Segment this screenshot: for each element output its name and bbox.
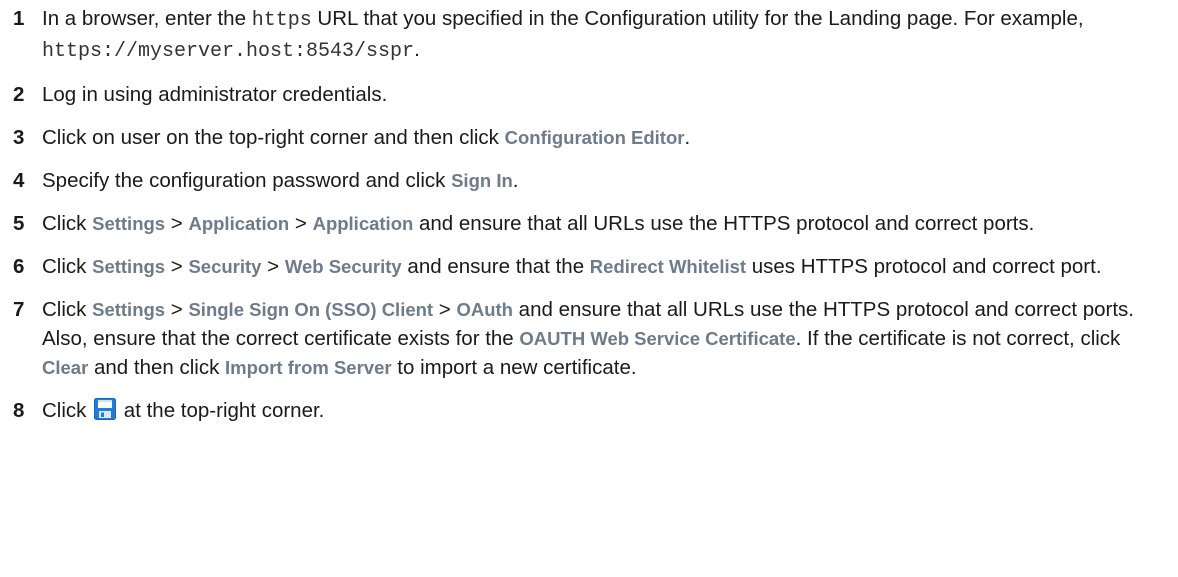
ui-term: Clear (42, 357, 89, 378)
step-text: > (165, 255, 189, 278)
ui-term: Sign In (451, 170, 513, 191)
step-text: Log in using administrator credentials. (42, 83, 388, 106)
procedure-steps: 1 In a browser, enter the https URL that … (0, 0, 1178, 425)
step-text: . (684, 126, 691, 149)
ui-term: Application (188, 213, 290, 234)
step-text: Click (42, 399, 93, 422)
step-text: Click on user on the top-right corner an… (42, 126, 505, 149)
step-text: > (165, 298, 189, 321)
step-number: 3 (13, 126, 25, 149)
step-text: URL that you specified in the Configurat… (311, 7, 1084, 30)
step-text: uses HTTPS protocol and correct port. (746, 255, 1102, 278)
step-item: 4 Specify the configuration password and … (0, 166, 1178, 195)
ui-term: Import from Server (225, 357, 392, 378)
step-number: 4 (13, 169, 25, 192)
step-item: 1 In a browser, enter the https URL that … (0, 4, 1178, 66)
step-text: and ensure that the (401, 255, 590, 278)
ui-term: Settings (92, 256, 166, 277)
step-number: 5 (13, 212, 25, 235)
step-item: 8 Click at the top-right corner. (0, 396, 1178, 425)
code-text: https://myserver.host:8543/sspr (42, 40, 415, 63)
step-item: 3 Click on user on the top-right corner a… (0, 123, 1178, 152)
step-text: and ensure that all URLs use the HTTPS p… (413, 212, 1035, 235)
step-number: 2 (13, 83, 25, 106)
ui-term: Single Sign On (SSO) Client (188, 299, 434, 320)
step-number: 6 (13, 255, 25, 278)
step-number: 1 (13, 7, 25, 30)
step-item: 5 Click Settings > Application > Applicat… (0, 209, 1178, 238)
step-text: > (261, 255, 285, 278)
ui-term: Settings (92, 213, 166, 234)
ui-term: Settings (92, 299, 166, 320)
step-text: to import a new certificate. (391, 356, 637, 379)
ui-term: OAUTH Web Service Certificate (519, 328, 796, 349)
step-text: . (414, 38, 420, 61)
step-text: > (433, 298, 457, 321)
step-number: 8 (13, 399, 25, 422)
step-number: 7 (13, 298, 25, 321)
step-text: Specify the configuration password and c… (42, 169, 452, 192)
ui-term: OAuth (456, 299, 513, 320)
step-text: Click (42, 212, 93, 235)
step-text: > (289, 212, 313, 235)
ui-term: Application (312, 213, 414, 234)
step-text: > (165, 212, 189, 235)
ui-term: Redirect Whitelist (589, 256, 747, 277)
step-text: at the top-right corner. (118, 399, 325, 422)
step-text: Click (42, 255, 93, 278)
step-item: 2 Log in using administrator credentials. (0, 80, 1178, 109)
step-item: 7 Click Settings > Single Sign On (SSO) C… (0, 295, 1178, 382)
step-text: . (512, 169, 519, 192)
step-text: and then click (88, 356, 226, 379)
step-text: . If the certificate is not correct, cli… (795, 327, 1121, 350)
ui-term: Configuration Editor (504, 127, 685, 148)
step-text: In a browser, enter the (42, 7, 252, 30)
step-text: Click (42, 298, 93, 321)
step-item: 6 Click Settings > Security > Web Securit… (0, 252, 1178, 281)
ui-term: Web Security (284, 256, 402, 277)
code-text: https (251, 9, 312, 32)
save-icon (94, 398, 117, 420)
ui-term: Security (188, 256, 262, 277)
